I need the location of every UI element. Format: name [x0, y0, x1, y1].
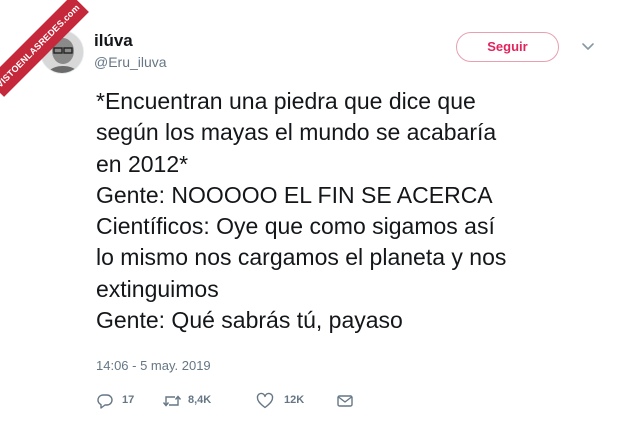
display-name[interactable]: ilúva — [94, 31, 133, 51]
message-icon — [337, 395, 353, 407]
tweet-line: Gente: NOOOOO EL FIN SE ACERCA — [96, 181, 493, 208]
retweet-icon — [162, 395, 182, 407]
tweet-line: lo mismo nos cargamos el planeta y nos — [96, 244, 507, 271]
more-options-button[interactable] — [579, 40, 597, 54]
tweet-line: *Encuentran una piedra que dice que — [96, 88, 476, 114]
tweet-text: *Encuentran una piedra que dice que segú… — [96, 86, 626, 336]
like-button[interactable]: 12K — [256, 392, 316, 410]
tweet-line: Gente: Qué sabrás tú, payaso — [96, 307, 403, 334]
chevron-down-icon — [582, 43, 594, 50]
tweet-line: Científicos: Oye que como sigamos así — [96, 213, 495, 240]
retweet-button[interactable]: 8,4K — [162, 392, 232, 410]
reply-count: 17 — [122, 394, 135, 406]
reply-button[interactable]: 17 — [96, 392, 146, 410]
direct-message-button[interactable] — [336, 392, 356, 410]
tweet-timestamp[interactable]: 14:06 - 5 may. 2019 — [96, 358, 211, 373]
like-count: 12K — [284, 394, 305, 406]
retweet-count: 8,4K — [188, 394, 212, 406]
tweet-line: extinguimos — [96, 275, 219, 302]
like-icon — [256, 392, 274, 409]
follow-button[interactable]: Seguir — [456, 32, 559, 62]
user-handle[interactable]: @Eru_iluva — [94, 54, 167, 70]
tweet-actions: 17 8,4K 12K — [96, 392, 376, 410]
tweet-line: según los mayas el mundo se acabaría — [96, 119, 497, 146]
tweet-line: en 2012* — [96, 150, 189, 177]
reply-icon — [97, 394, 113, 409]
